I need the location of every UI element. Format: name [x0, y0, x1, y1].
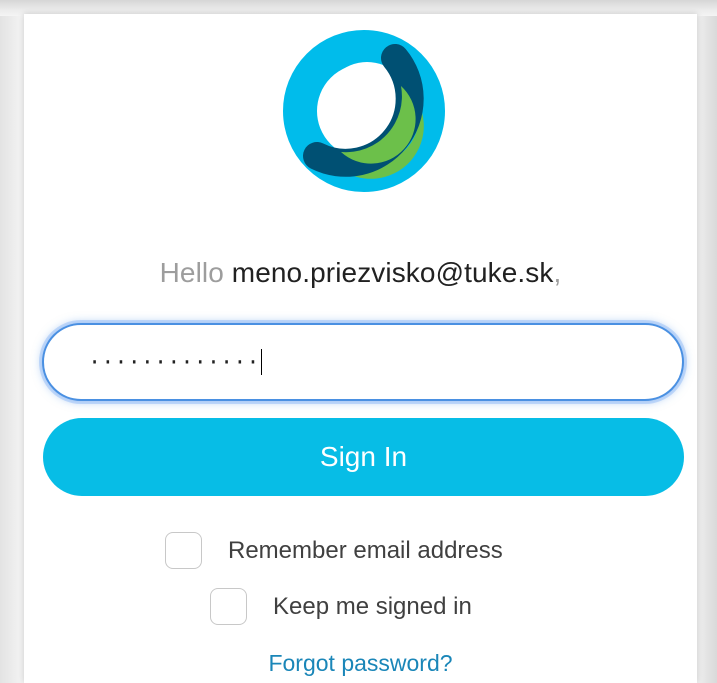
sign-in-panel: Hello meno.priezvisko@tuke.sk, ·········… — [24, 14, 697, 683]
greeting-suffix: , — [553, 257, 562, 288]
greeting-prefix: Hello — [159, 257, 224, 288]
sign-in-button[interactable]: Sign In — [43, 418, 684, 496]
remember-email-option[interactable]: Remember email address — [165, 532, 503, 569]
remember-email-label[interactable]: Remember email address — [228, 537, 503, 565]
password-masked-value: ············· — [88, 349, 262, 375]
keep-signed-in-checkbox[interactable] — [210, 588, 247, 625]
text-caret — [260, 349, 262, 375]
forgot-password-link[interactable]: Forgot password? — [24, 650, 697, 677]
password-input[interactable]: ············· — [42, 323, 684, 401]
remember-email-checkbox[interactable] — [165, 532, 202, 569]
user-email: meno.priezvisko@tuke.sk — [231, 257, 554, 288]
keep-signed-in-option[interactable]: Keep me signed in — [210, 588, 472, 625]
keep-signed-in-label[interactable]: Keep me signed in — [273, 593, 472, 621]
password-dots: ············· — [88, 349, 260, 375]
greeting-text: Hello meno.priezvisko@tuke.sk, — [24, 257, 697, 289]
window-shadow-right — [695, 0, 717, 683]
webex-logo-icon — [283, 30, 445, 192]
